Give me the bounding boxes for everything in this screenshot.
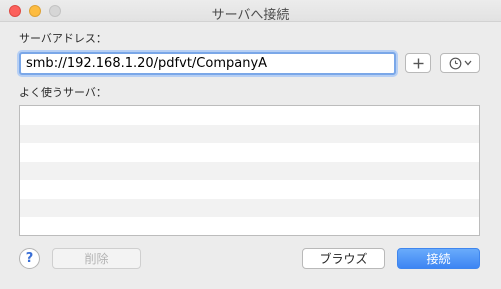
- add-favorite-button[interactable]: [405, 53, 431, 73]
- help-button[interactable]: ?: [19, 248, 40, 269]
- connect-button[interactable]: 接続: [397, 248, 480, 269]
- list-item[interactable]: [20, 180, 479, 199]
- list-item[interactable]: [20, 198, 479, 217]
- list-item[interactable]: [20, 161, 479, 180]
- plus-icon: [413, 58, 423, 68]
- favorite-servers-label: よく使うサーバ：: [19, 86, 107, 99]
- recent-servers-button[interactable]: [440, 53, 480, 73]
- browse-button[interactable]: ブラウズ: [302, 248, 385, 269]
- list-item[interactable]: [20, 143, 479, 162]
- clock-icon: [449, 57, 461, 69]
- delete-button[interactable]: 削除: [52, 248, 141, 269]
- connect-to-server-window: サーバへ接続 サーバアドレス： よく使うサーバ： ? 削除 ブラウズ 接続: [0, 0, 501, 289]
- list-item[interactable]: [20, 106, 479, 125]
- window-title: サーバへ接続: [211, 8, 290, 23]
- chevron-down-icon: [464, 60, 471, 66]
- list-item[interactable]: [20, 217, 479, 235]
- favorite-servers-list[interactable]: [19, 105, 480, 236]
- server-address-input[interactable]: [19, 52, 396, 75]
- title-bar: サーバへ接続: [0, 0, 501, 23]
- list-item[interactable]: [20, 124, 479, 143]
- server-address-label: サーバアドレス：: [19, 32, 107, 45]
